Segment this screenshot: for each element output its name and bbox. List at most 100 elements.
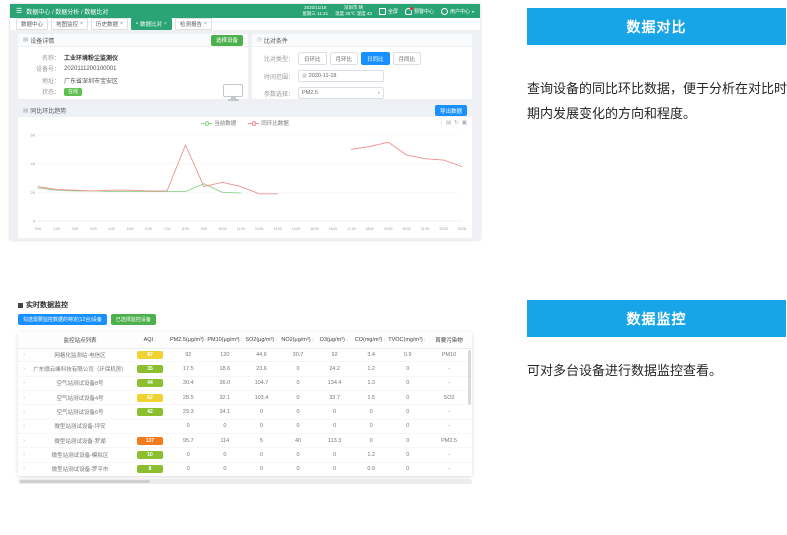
selected-devices-button[interactable]: 已选择监控设备 xyxy=(111,314,156,325)
value-cell: 0 xyxy=(389,466,426,472)
chart-card: ▤ 同比环比趋势 导出数据 当前数据同环比数据 ↓ ▤ ↻ ▣ 02040600… xyxy=(18,104,472,238)
table-row[interactable]: ›微型站测试设备-模拟区10000001.20- xyxy=(18,448,472,462)
calendar-icon: ▦ xyxy=(302,73,307,79)
column-header[interactable]: NO2(μg/m³)↕ xyxy=(279,337,315,343)
table-row[interactable]: ›微型站测试设备-罗湖13795.7114540113.300PM2.5 xyxy=(18,434,472,448)
tab-1[interactable]: 数据中心 xyxy=(16,18,48,30)
value-cell: 29.3 xyxy=(170,409,207,415)
table-row[interactable]: ›网格化监测站-电信区879212044.630.7923.40.9PM10 xyxy=(18,348,472,362)
tab-close-icon[interactable]: × xyxy=(80,22,83,27)
tab-close-icon[interactable]: × xyxy=(120,22,123,27)
table-row[interactable]: ›广东顺云峰科技有限公司（环保机房）3517.518.623.6024.21.2… xyxy=(18,362,472,376)
expand-row-icon[interactable]: › xyxy=(18,438,30,444)
fullscreen-button[interactable]: 全屏 xyxy=(379,8,398,15)
sort-icon[interactable]: ↕ xyxy=(312,337,314,342)
tab-5[interactable]: 检测报告× xyxy=(175,18,212,30)
table-row[interactable]: ›空气站测试设备4号6228.532.1103.4033.71.50SO2 xyxy=(18,391,472,405)
expand-row-icon[interactable]: › xyxy=(18,423,30,429)
field-label: 地址： xyxy=(24,76,60,85)
value-cell: 30.7 xyxy=(280,352,317,358)
tab-2[interactable]: 地图监控× xyxy=(51,18,88,30)
user-center-button[interactable]: 用户中心 ▾ xyxy=(441,8,474,15)
sort-icon[interactable]: ↕ xyxy=(154,337,156,342)
tab-4[interactable]: ●数据比对× xyxy=(131,18,172,30)
legend-item[interactable]: 同环比数据 xyxy=(248,119,289,127)
expand-row-icon[interactable]: › xyxy=(18,380,30,386)
download-icon[interactable]: ↓ xyxy=(440,120,443,126)
expand-row-icon[interactable]: › xyxy=(18,352,30,358)
date-input[interactable]: ▦ 2020-11-18 xyxy=(298,70,384,82)
expand-row-icon[interactable]: › xyxy=(18,466,30,472)
table-row[interactable]: ›微型站测试设备-坪安0000000- xyxy=(18,420,472,434)
expand-row-icon[interactable]: › xyxy=(18,409,30,415)
svg-text:13:00: 13:00 xyxy=(273,227,282,231)
expand-row-icon[interactable]: › xyxy=(18,395,30,401)
param-select-label: 参数选择： xyxy=(258,89,294,98)
value-cell: 30.4 xyxy=(170,380,207,386)
compare-type-button[interactable]: 日环比 xyxy=(298,52,327,65)
value-cell: 0 xyxy=(280,366,317,372)
aqi-badge: 87 xyxy=(137,351,163,359)
primary-pollutant-cell: - xyxy=(426,423,472,429)
legend-item[interactable]: 当前数据 xyxy=(201,119,236,127)
aqi-cell: 35 xyxy=(130,365,170,373)
sort-icon[interactable]: ↕ xyxy=(383,337,385,342)
datetime-display: 2020/11/18星期三 11:21 xyxy=(302,5,328,16)
table-row[interactable]: ›微型站测试设备-罗平市8000000.90- xyxy=(18,463,472,476)
column-header[interactable]: PM10(μg/m³)↕ xyxy=(207,337,243,343)
vertical-scrollbar[interactable] xyxy=(468,350,471,405)
tab-close-icon[interactable]: × xyxy=(204,22,207,27)
value-cell: 5 xyxy=(243,438,280,444)
value-cell: 33.7 xyxy=(316,395,353,401)
app-header: ☰ 数据中心 / 数据分析 / 数据比对 2020/11/18星期三 11:21… xyxy=(10,4,480,18)
aqi-cell: 62 xyxy=(130,394,170,402)
value-cell: 0 xyxy=(170,466,207,472)
column-header[interactable]: TVOC(mg/m³)↕ xyxy=(388,337,426,343)
device-fields: 名称：工业环境粉尘监测仪设备号：2020111200100001地址：广东省深圳… xyxy=(18,47,248,99)
svg-text:11:00: 11:00 xyxy=(237,227,245,231)
tab-close-icon[interactable]: × xyxy=(164,22,167,27)
refresh-icon[interactable]: ↻ xyxy=(454,120,459,126)
compare-type-button[interactable]: 月同比 xyxy=(393,52,422,65)
table-row[interactable]: ›空气站测试设备8号4430.436.0104.70134.41.30- xyxy=(18,377,472,391)
svg-text:20:00: 20:00 xyxy=(402,227,411,231)
data-view-icon[interactable]: ▤ xyxy=(446,120,451,126)
param-select[interactable]: PM2.5 ▾ xyxy=(298,87,384,99)
alert-center-button[interactable]: 预警中心 xyxy=(405,8,434,15)
value-cell: 32.1 xyxy=(207,395,244,401)
aqi-cell: 10 xyxy=(130,451,170,459)
column-header[interactable]: AQI↕ xyxy=(130,337,170,343)
compare-type-button[interactable]: 日同比 xyxy=(361,52,390,65)
chart-title: 同比环比趋势 xyxy=(30,106,66,115)
monitor-title: 实时数据监控 xyxy=(26,300,68,310)
value-cell: 24.2 xyxy=(316,366,353,372)
primary-pollutant-cell: - xyxy=(426,380,472,386)
table-row[interactable]: ›空气站测试设备6号4229.334.100000- xyxy=(18,405,472,419)
expand-row-icon[interactable]: › xyxy=(18,366,30,372)
monitor-countdown-button[interactable]: 勾选需要监控数据的特定(12台)设备 xyxy=(18,314,107,325)
save-image-icon[interactable]: ▣ xyxy=(462,120,467,126)
column-header[interactable]: O3(μg/m³)↕ xyxy=(316,337,352,343)
tab-3[interactable]: 历史数据× xyxy=(91,18,128,30)
value-cell: 0 xyxy=(280,423,317,429)
column-header[interactable]: PM2.5(μg/m³)↕ xyxy=(170,337,207,343)
column-header[interactable]: CO(mg/m³)↕ xyxy=(352,337,388,343)
value-cell: 0 xyxy=(353,409,390,415)
compare-type-button[interactable]: 月环比 xyxy=(330,52,359,65)
column-header[interactable]: SO2(μg/m³)↕ xyxy=(243,337,279,343)
svg-text:6:00: 6:00 xyxy=(145,227,152,231)
export-data-button[interactable]: 导出数据 xyxy=(435,105,467,116)
monitor-table: 监控站点列表AQI↕PM2.5(μg/m³)↕PM10(μg/m³)↕SO2(μ… xyxy=(18,332,472,476)
primary-pollutant-cell: - xyxy=(426,452,472,458)
menu-icon[interactable]: ☰ xyxy=(16,8,22,15)
device-field-row: 更新时间：2020-11-18 11:21:33 xyxy=(24,99,242,100)
column-header: 首要污染物 xyxy=(426,336,472,344)
primary-pollutant-cell: - xyxy=(426,466,472,472)
sort-icon[interactable]: ↕ xyxy=(275,337,277,342)
aqi-cell: 8 xyxy=(130,465,170,473)
sort-icon[interactable]: ↕ xyxy=(346,337,348,342)
expand-row-icon[interactable]: › xyxy=(18,452,30,458)
horizontal-scrollbar[interactable] xyxy=(18,479,472,484)
select-device-button[interactable]: 选择设备 xyxy=(211,35,243,46)
station-name: 网格化监测站-电信区 xyxy=(30,351,130,359)
